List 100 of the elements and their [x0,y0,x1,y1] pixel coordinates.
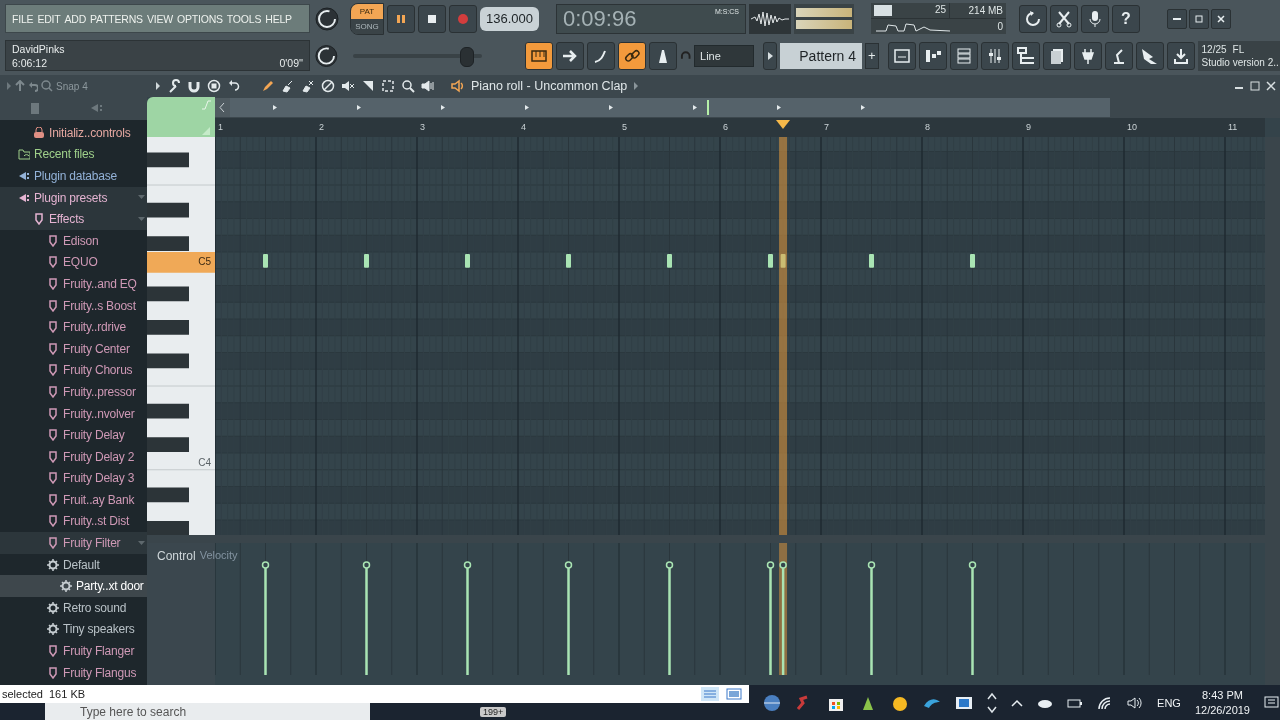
vertical-scrollbar[interactable] [1265,543,1280,685]
preset-item[interactable]: Retro sound [0,597,147,619]
plugin-item[interactable]: Fruity Flangus [0,661,147,684]
slide-note-button[interactable] [586,41,615,70]
plugin-item[interactable]: Fruity Delay [0,424,147,446]
close-button[interactable] [1211,8,1231,29]
caret-icon[interactable] [155,82,161,90]
caret-icon[interactable] [633,82,640,90]
microphone-button[interactable] [1081,4,1109,33]
cloud-icon[interactable] [1037,697,1054,708]
plugin-item[interactable]: Fruity Flanger [0,640,147,662]
plugin-item[interactable]: Fruity Delay 2 [0,445,147,468]
speaker-icon[interactable] [451,79,465,93]
menu-item[interactable]: FILE [12,12,34,25]
channel-rack-button[interactable] [949,41,978,70]
velocity-stem[interactable] [463,561,472,675]
velocity-stem[interactable] [779,561,787,675]
speaker-tool-icon[interactable] [421,79,435,93]
mute-tool-icon[interactable] [341,79,355,93]
arrow-right-button[interactable] [555,41,584,70]
undo-tool-icon[interactable] [227,79,241,93]
template-item[interactable]: Initializ..controls [0,122,147,144]
magnet-tool-icon[interactable] [187,79,201,93]
scissors-button[interactable] [1050,4,1078,33]
thumbnail-view-icon[interactable] [725,687,744,701]
chain-link-button[interactable] [617,41,646,70]
battery-icon[interactable] [1067,696,1084,709]
news-panel[interactable]: 12/25 FL Studio version 2.. [1197,40,1280,71]
add-pattern-button[interactable]: + [865,42,879,69]
zoom-tool-icon[interactable] [401,79,415,93]
play-pause-button[interactable] [387,4,415,33]
master-pitch-slider[interactable] [352,45,482,66]
notification-icon[interactable] [1264,694,1280,711]
playlist-button[interactable] [887,41,916,70]
clock-date[interactable]: 12/26/2019 [1194,702,1250,718]
slider-thumb[interactable] [460,46,475,67]
menu-item[interactable]: HELP [265,12,292,25]
plugin-item[interactable]: Fruity Center [0,337,147,360]
menu-item[interactable]: OPTIONS [177,12,223,25]
plugin-item[interactable]: Fruity Delay 3 [0,467,147,490]
search-icon[interactable] [41,80,53,92]
plugin-item[interactable]: EQUO [0,251,147,274]
plugin-item[interactable]: Fruity..s Boost [0,294,147,317]
velocity-stem[interactable] [766,561,775,675]
slice-tool-icon[interactable] [361,79,375,93]
plug-button[interactable] [1073,41,1102,70]
step-sequencer-button[interactable] [918,41,947,70]
category-item[interactable]: Effects [0,208,147,230]
velocity-stem[interactable] [564,561,573,675]
brush-tool-icon[interactable] [281,79,295,93]
clock-time[interactable]: 8:43 PM [1202,687,1243,703]
pattern-prev-button[interactable] [762,41,777,70]
globe-icon[interactable] [763,693,782,712]
plugin-item[interactable]: Fruity..pressor [0,381,147,403]
tempo-field[interactable]: 136.000 [480,6,539,31]
back-arrow-icon[interactable] [28,80,38,92]
preset-item[interactable]: Tiny speakers [0,618,147,641]
timeline-scrollbar[interactable] [215,97,1280,118]
download-button[interactable] [1166,41,1195,70]
minimize-button[interactable] [1167,8,1187,29]
scroll-arrows-icon[interactable] [987,690,998,715]
plugin-item[interactable]: Edison [0,229,147,252]
menu-item[interactable]: VIEW [146,12,173,25]
disable-tool-icon[interactable] [321,79,335,93]
plugin-item[interactable]: Fruity Filter [0,532,147,554]
plugin-item[interactable]: Fruity..st Dist [0,510,147,533]
stop-circle-tool-icon[interactable] [207,79,221,93]
language-indicator[interactable]: ENG [1157,696,1181,709]
maximize-button[interactable] [1189,8,1209,29]
menu-item[interactable]: TOOLS [226,12,262,25]
velocity-stem[interactable] [867,561,876,675]
plugin-item[interactable]: Fruity..rdrive [0,316,147,338]
up-arrow-icon[interactable] [15,80,25,92]
velocity-stem[interactable] [362,561,371,675]
mode-toggle[interactable]: PAT [351,3,383,19]
metronome-button[interactable] [648,41,677,70]
snap-dropdown[interactable]: Line [694,44,754,67]
folder-tree-button[interactable] [1011,41,1040,70]
piano-keyboard-drawing[interactable]: C5 C4 [147,137,215,535]
close-icon[interactable] [1266,81,1276,91]
velocity-stem[interactable] [261,561,270,675]
plugin-item[interactable]: Fruity..and EQ [0,273,147,295]
mixer-button[interactable] [980,41,1009,70]
preset-item[interactable]: Party..xt door [0,575,147,598]
plugin-item[interactable]: Fruit..ay Bank [0,489,147,511]
main-volume-knob[interactable] [313,4,341,33]
help-button[interactable]: ? [1112,4,1140,33]
volume-icon[interactable] [1127,695,1144,710]
pencil-tool-icon[interactable] [261,79,275,93]
wrench-tool-icon[interactable] [167,79,181,93]
documents-button[interactable] [1042,41,1071,70]
undo-button[interactable] [1019,4,1047,33]
preset-item[interactable]: Default [0,553,147,576]
menu-item[interactable]: PATTERNS [90,12,143,25]
maximize-icon[interactable] [1250,81,1260,91]
plugin-item[interactable]: Fruity Chorus [0,359,147,382]
taskbar-search-field[interactable]: Type here to search [45,703,370,720]
plugin-presets-item[interactable]: Plugin presets [0,186,147,209]
chevron-up-icon[interactable] [1011,698,1024,707]
velocity-stem[interactable] [665,561,674,675]
